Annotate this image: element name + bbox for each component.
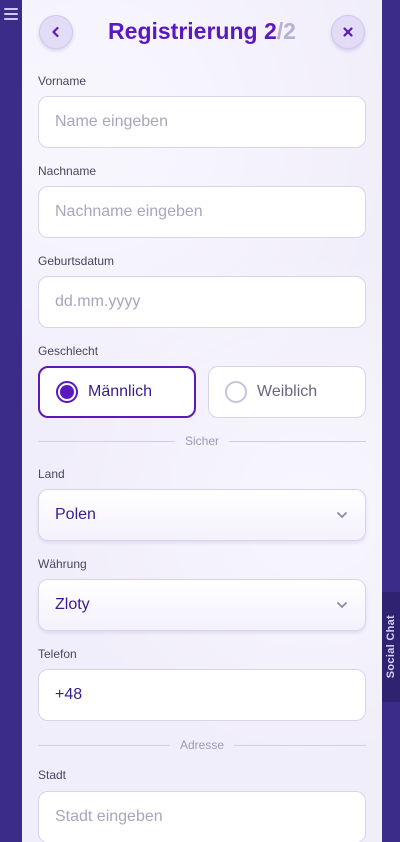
social-chat-tab[interactable]: Social Chat [382, 592, 400, 702]
last-name-label: Nachname [38, 164, 97, 178]
title-text: Registrierung [108, 18, 258, 44]
first-name-placeholder: Name eingeben [55, 113, 168, 130]
gender-label: Geschlecht [38, 344, 99, 358]
phone-field[interactable]: +48 [38, 669, 366, 721]
divider-secure-label: Sicher [185, 434, 220, 448]
currency-label: Währung [38, 557, 87, 571]
city-placeholder: Stadt eingeben [55, 808, 163, 825]
background-right-strip [382, 0, 400, 842]
phone-value: +48 [55, 686, 83, 703]
city-field[interactable]: Stadt eingeben [38, 791, 366, 842]
chevron-down-icon [337, 602, 347, 608]
gender-option-female[interactable]: Weiblich [208, 366, 366, 418]
currency-select[interactable]: Zloty [38, 579, 366, 631]
registration-modal: Registrierung 2/2 Vorname Name eingeben … [22, 0, 382, 842]
page-title: Registrierung 2/2 [22, 18, 382, 45]
birth-date-field[interactable]: dd.mm.yyyy [38, 276, 366, 328]
background-left-strip [0, 0, 22, 842]
divider-address-label: Adresse [179, 738, 225, 752]
gender-female-label: Weiblich [257, 383, 318, 400]
last-name-field[interactable]: Nachname eingeben [38, 186, 366, 238]
city-label: Stadt [38, 768, 67, 782]
gender-option-male[interactable]: Männlich [38, 366, 196, 418]
modal-header: Registrierung 2/2 [22, 12, 382, 52]
step-current: 2 [263, 18, 277, 44]
menu-icon[interactable] [4, 8, 18, 20]
first-name-field[interactable]: Name eingeben [38, 96, 366, 148]
divider-secure: Sicher [38, 434, 367, 448]
close-button[interactable] [331, 15, 365, 49]
birth-date-label: Geburtsdatum [38, 254, 115, 268]
country-value: Polen [55, 506, 96, 523]
last-name-placeholder: Nachname eingeben [55, 203, 203, 220]
country-label: Land [38, 467, 65, 481]
country-select[interactable]: Polen [38, 489, 366, 541]
divider-address: Adresse [38, 738, 366, 752]
birth-date-placeholder: dd.mm.yyyy [55, 293, 141, 310]
radio-unchecked-icon [225, 381, 247, 403]
chevron-down-icon [337, 512, 347, 518]
radio-checked-icon [56, 381, 78, 403]
gender-male-label: Männlich [88, 383, 153, 400]
step-total: /2 [276, 18, 296, 44]
first-name-label: Vorname [38, 74, 87, 88]
close-icon [343, 27, 353, 37]
phone-label: Telefon [38, 647, 77, 661]
currency-value: Zloty [55, 596, 90, 613]
social-chat-label: Social Chat [385, 615, 397, 679]
